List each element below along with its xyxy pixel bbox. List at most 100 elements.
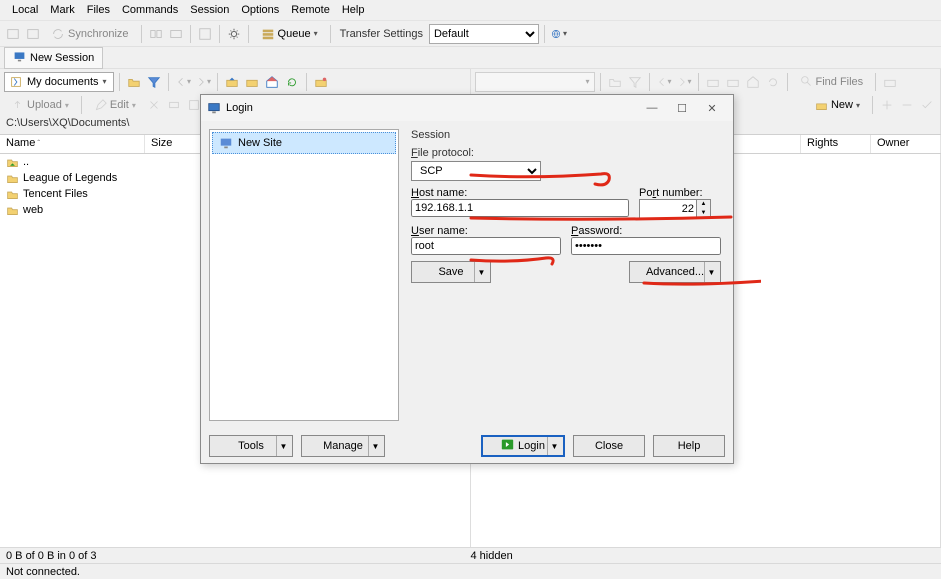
new-session-tab[interactable]: New Session — [4, 47, 103, 69]
r-root-icon[interactable] — [724, 73, 742, 91]
tb-icon-4[interactable] — [167, 25, 185, 43]
chevron-down-icon[interactable]: ▼ — [704, 262, 718, 282]
filter-icon[interactable] — [145, 73, 163, 91]
minus-icon[interactable] — [898, 96, 916, 114]
rename-icon[interactable] — [165, 96, 183, 114]
port-spinner[interactable]: ▲▼ — [639, 199, 721, 219]
root-folder-icon[interactable] — [243, 73, 261, 91]
menu-remote[interactable]: Remote — [285, 2, 336, 18]
file-protocol-select[interactable]: SCP — [411, 161, 541, 181]
close-button[interactable]: Close — [573, 435, 645, 457]
transfer-settings-label: Transfer Settings — [336, 28, 427, 40]
address-bar: My documents ▾ ▾ ▾ ▾ ▾ ▾ Fin — [0, 68, 941, 94]
open-folder-icon[interactable] — [125, 73, 143, 91]
port-up[interactable]: ▲ — [697, 200, 710, 209]
status-bar-1: 0 B of 0 B in 0 of 3 4 hidden — [0, 547, 941, 563]
minimize-button[interactable]: — — [637, 98, 667, 118]
sites-tree[interactable]: New Site — [209, 129, 399, 421]
folder-icon — [6, 204, 19, 217]
menu-local[interactable]: Local — [6, 2, 44, 18]
remote-location-combo[interactable]: ▾ — [475, 72, 595, 92]
host-name-input[interactable] — [411, 199, 629, 217]
back-icon[interactable]: ▾ — [174, 73, 192, 91]
tb-icon-3[interactable] — [147, 25, 165, 43]
col-rights[interactable]: Rights — [801, 135, 871, 153]
col-name[interactable]: Nameˆ — [0, 135, 145, 153]
maximize-button[interactable]: ☐ — [667, 98, 697, 118]
session-panel: Session File protocol: SCP Host name: Po… — [407, 129, 725, 421]
status-hidden: 4 hidden — [471, 550, 936, 562]
r-refresh-icon[interactable] — [764, 73, 782, 91]
forward-icon[interactable]: ▾ — [194, 73, 212, 91]
monitor-icon — [13, 50, 26, 66]
password-label: Password: — [571, 225, 721, 237]
delete-icon[interactable] — [145, 96, 163, 114]
password-input[interactable] — [571, 237, 721, 255]
parent-folder-icon[interactable] — [223, 73, 241, 91]
chevron-down-icon[interactable]: ▼ — [547, 437, 561, 455]
close-window-button[interactable]: ✕ — [697, 98, 727, 118]
folder-icon — [6, 172, 19, 185]
col-size[interactable]: Size — [145, 135, 205, 153]
advanced-button[interactable]: Advanced...▼ — [629, 261, 721, 283]
up-folder-icon — [6, 156, 19, 169]
col-owner[interactable]: Owner — [871, 135, 941, 153]
username-label: User name: — [411, 225, 561, 237]
port-down[interactable]: ▼ — [697, 209, 710, 218]
r-bookmark-icon[interactable] — [881, 73, 899, 91]
r-home-icon[interactable] — [744, 73, 762, 91]
dialog-footer: Tools▼ Manage▼ Login▼ Close Help — [201, 429, 733, 463]
r-parent-icon[interactable] — [704, 73, 722, 91]
menu-bar: Local Mark Files Commands Session Option… — [0, 0, 941, 20]
username-input[interactable] — [411, 237, 561, 255]
new-site-item[interactable]: New Site — [212, 132, 396, 154]
menu-files[interactable]: Files — [81, 2, 116, 18]
chevron-down-icon[interactable]: ▼ — [474, 262, 488, 282]
local-location-combo[interactable]: My documents ▾ — [4, 72, 114, 92]
upload-button[interactable]: Upload▾ — [4, 96, 76, 115]
menu-help[interactable]: Help — [336, 2, 371, 18]
tools-button[interactable]: Tools▼ — [209, 435, 293, 457]
queue-button[interactable]: Queue ▾ — [254, 24, 325, 44]
login-button[interactable]: Login▼ — [481, 435, 565, 457]
bookmark-icon[interactable] — [312, 73, 330, 91]
status-bar-2: Not connected. — [0, 563, 941, 579]
plus-icon[interactable] — [878, 96, 896, 114]
port-input[interactable] — [639, 199, 697, 219]
check-icon[interactable] — [918, 96, 936, 114]
status-bytes: 0 B of 0 B in 0 of 3 — [6, 550, 471, 562]
find-files-button[interactable]: Find Files — [793, 72, 871, 91]
tb-icon-1[interactable] — [4, 25, 22, 43]
session-group-label: Session — [411, 129, 721, 141]
r-back-icon[interactable]: ▾ — [655, 73, 673, 91]
folder-icon — [6, 188, 19, 201]
chevron-down-icon[interactable]: ▼ — [368, 436, 382, 456]
menu-session[interactable]: Session — [184, 2, 235, 18]
gear-icon[interactable] — [225, 25, 243, 43]
new-button[interactable]: New▾ — [808, 96, 867, 115]
dialog-title: Login — [226, 102, 253, 114]
port-label: Port number: — [639, 187, 721, 199]
menu-options[interactable]: Options — [235, 2, 285, 18]
menu-mark[interactable]: Mark — [44, 2, 80, 18]
refresh-icon[interactable] — [283, 73, 301, 91]
help-button[interactable]: Help — [653, 435, 725, 457]
r-open-folder-icon[interactable] — [606, 73, 624, 91]
file-protocol-label: File protocol: — [411, 147, 541, 159]
home-icon[interactable] — [263, 73, 281, 91]
manage-button[interactable]: Manage▼ — [301, 435, 385, 457]
r-filter-icon[interactable] — [626, 73, 644, 91]
synchronize-button[interactable]: Synchronize — [44, 24, 136, 44]
menu-commands[interactable]: Commands — [116, 2, 184, 18]
transfer-settings-combo[interactable]: Default — [429, 24, 539, 44]
chevron-down-icon[interactable]: ▼ — [276, 436, 290, 456]
login-dialog: Login — ☐ ✕ New Site Session File protoc… — [200, 94, 734, 464]
dialog-titlebar[interactable]: Login — ☐ ✕ — [201, 95, 733, 121]
r-forward-icon[interactable]: ▾ — [675, 73, 693, 91]
edit-button[interactable]: Edit▾ — [87, 96, 143, 115]
app-icon — [207, 101, 221, 115]
globe-icon[interactable]: ▾ — [550, 25, 568, 43]
tb-icon-5[interactable] — [196, 25, 214, 43]
save-button[interactable]: Save▼ — [411, 261, 491, 283]
tb-icon-2[interactable] — [24, 25, 42, 43]
